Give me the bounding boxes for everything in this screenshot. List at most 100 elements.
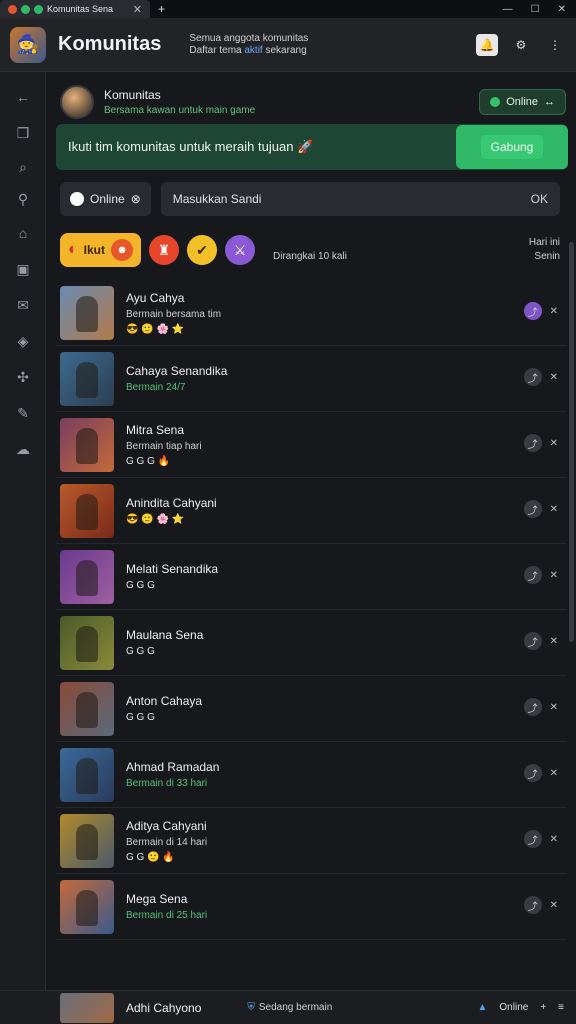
edit-icon[interactable]: ✎ — [14, 404, 32, 422]
member-text: Aditya Cahyani Bermain di 14 hari G G 🙂 🔥 — [126, 819, 207, 863]
dismiss-icon[interactable]: ✕ — [550, 570, 558, 581]
inbox-icon[interactable]: ✉ — [14, 296, 32, 314]
close-icon[interactable]: ⊗ — [131, 192, 141, 206]
zoom-icon[interactable]: ⚲ — [14, 190, 32, 208]
share-icon[interactable]: ⤴ — [523, 632, 542, 650]
share-icon[interactable]: ⤴ — [523, 368, 542, 386]
share-icon[interactable]: ⤴ — [523, 302, 542, 320]
dismiss-icon[interactable]: ✕ — [550, 504, 558, 515]
window-controls: — ☐ ✕ — [503, 4, 576, 15]
list-item[interactable]: Anindita Cahyani 😎 🙂 🌸 ⭐ ⤴ ✕ — [56, 478, 566, 544]
chat-icon[interactable]: ☁ — [14, 440, 32, 458]
dismiss-icon[interactable]: ✕ — [550, 306, 558, 317]
list-item[interactable]: Melati Senandika G G G ⤴ ✕ — [56, 544, 566, 610]
profile-header: Komunitas Bersama kawan untuk main game … — [60, 80, 566, 124]
trophy-icon[interactable]: ♜ — [149, 235, 180, 265]
dismiss-icon[interactable]: ✕ — [550, 768, 558, 779]
row-actions: ⤴ ✕ — [523, 434, 558, 452]
scrollbar[interactable] — [569, 242, 574, 642]
member-name: Ayu Cahya — [126, 290, 185, 305]
dismiss-icon[interactable]: ✕ — [550, 900, 558, 911]
member-list: Ayu Cahya Bermain bersama tim 😎 🙂 🌸 ⭐ ⤴ ✕ Cah… — [56, 280, 566, 940]
member-name: Maulana Sena — [126, 628, 204, 642]
list-item[interactable]: Maulana Sena G G G ⤴ ✕ — [56, 610, 566, 676]
badges-date-bottom: Senin — [534, 251, 560, 262]
header-subtitle-a: Daftar tema — [189, 44, 245, 56]
search-value: Masukkan Sandi — [172, 192, 262, 206]
share-icon[interactable]: ⤴ — [523, 434, 542, 452]
online-status-button[interactable]: Online ↔ — [479, 89, 566, 115]
profile-text: Komunitas Bersama kawan untuk main game — [104, 88, 255, 116]
minimize-button[interactable]: — — [503, 4, 513, 15]
notification-icon[interactable]: 🔔 — [476, 33, 498, 56]
puzzle-icon[interactable]: ✣ — [14, 368, 32, 386]
filter-row: Online ⊗ Masukkan Sandi OK — [60, 182, 560, 216]
check-icon[interactable]: ✔ — [187, 235, 218, 265]
share-icon[interactable]: ⤴ — [523, 500, 542, 518]
row-actions: ⤴ ✕ — [523, 566, 558, 584]
member-status: Bermain bersama tim — [126, 308, 222, 320]
member-badges: G G G — [126, 712, 155, 723]
list-item[interactable]: Ahmad Ramadan Bermain di 33 hari ⤴ ✕ — [56, 742, 566, 808]
list-item[interactable]: Mega Sena Bermain di 25 hari ⤴ ✕ — [56, 874, 566, 940]
add-icon[interactable]: + — [540, 1002, 546, 1013]
copy-icon[interactable]: ❐ — [14, 124, 32, 142]
tag-icon[interactable]: ◈ — [14, 332, 32, 350]
share-icon[interactable]: ⤴ — [523, 830, 542, 848]
member-text: Melati Senandika G G G — [126, 562, 218, 591]
share-icon[interactable]: ⤴ — [523, 896, 542, 914]
list-item[interactable]: Ayu Cahya Bermain bersama tim 😎 🙂 🌸 ⭐ ⤴ ✕ — [56, 280, 566, 346]
maximize-button[interactable]: ☐ — [531, 4, 540, 15]
more-icon[interactable]: ⋮ — [544, 34, 566, 56]
dismiss-icon[interactable]: ✕ — [550, 834, 558, 845]
share-icon[interactable]: ⤴ — [523, 764, 542, 782]
member-status: Bermain di 14 hari — [126, 836, 208, 848]
header-icons: 🔔 ⚙ ⋮ — [476, 33, 566, 56]
list-item[interactable]: Cahaya Senandika Bermain 24/7 ⤴ ✕ — [56, 346, 566, 412]
dismiss-icon[interactable]: ✕ — [550, 702, 558, 713]
row-actions: ⤴ ✕ — [523, 698, 558, 716]
search-input[interactable]: Masukkan Sandi OK — [160, 182, 560, 216]
page-title: Komunitas — [58, 33, 162, 55]
member-text: Mega Sena Bermain di 25 hari — [126, 892, 207, 921]
triangle-icon: ▲ — [477, 1002, 488, 1013]
member-status: Bermain tiap hari — [126, 440, 202, 452]
window-icon[interactable]: ▣ — [14, 260, 32, 278]
now-playing-bar: Adhi Cahyono ⛨ Sedang bermain ▲ Online +… — [0, 990, 576, 1024]
menu-icon[interactable]: ≡ — [558, 1002, 564, 1013]
dismiss-icon[interactable]: ✕ — [550, 372, 558, 383]
new-tab-button[interactable]: + — [158, 2, 165, 16]
join-button[interactable]: Gabung — [456, 125, 568, 169]
member-status: Bermain 24/7 — [126, 382, 186, 393]
dismiss-icon[interactable]: ✕ — [550, 438, 558, 449]
settings-icon[interactable]: ⚙ — [510, 34, 532, 56]
member-name: Anton Cahaya — [126, 694, 203, 708]
member-text: Anton Cahaya G G G — [126, 694, 202, 723]
window-close-button[interactable]: ✕ — [558, 4, 566, 15]
member-thumbnail — [60, 417, 114, 472]
online-filter-chip[interactable]: Online ⊗ — [60, 182, 151, 216]
member-thumbnail — [60, 615, 114, 670]
list-item[interactable]: Mitra Sena Bermain tiap hari G G G 🔥 ⤴ ✕ — [56, 412, 566, 478]
search-submit[interactable]: OK — [531, 192, 548, 206]
avatar[interactable] — [60, 85, 94, 119]
header-subtitle-b: sekarang — [262, 44, 307, 56]
browser-tab[interactable]: Komunitas Sena ✕ — [0, 0, 150, 18]
share-icon[interactable]: ⤴ — [523, 698, 542, 716]
home-icon[interactable]: ⌂ — [14, 224, 32, 242]
user-icon — [70, 192, 84, 206]
streak-icon: ◐ — [68, 241, 78, 258]
member-name: Cahaya Senandika — [126, 364, 228, 378]
search-icon[interactable]: ⌕ — [14, 158, 32, 176]
close-icon[interactable]: ✕ — [133, 3, 142, 16]
header-subtitle: Semua anggota komunitas Daftar tema akti… — [189, 33, 308, 57]
back-arrow-icon[interactable]: ← — [14, 88, 32, 106]
list-item[interactable]: Aditya Cahyani Bermain di 14 hari G G 🙂 🔥 ⤴… — [56, 808, 566, 874]
banner-text: Ikuti tim komunitas untuk meraih tujuan … — [68, 139, 314, 154]
dismiss-icon[interactable]: ✕ — [550, 636, 558, 647]
sword-icon[interactable]: ⚔ — [225, 235, 256, 265]
streak-badge[interactable]: ◐ Ikut ☻ — [60, 233, 142, 267]
streak-label: Ikut — [83, 243, 106, 257]
list-item[interactable]: Anton Cahaya G G G ⤴ ✕ — [56, 676, 566, 742]
share-icon[interactable]: ⤴ — [523, 566, 542, 584]
